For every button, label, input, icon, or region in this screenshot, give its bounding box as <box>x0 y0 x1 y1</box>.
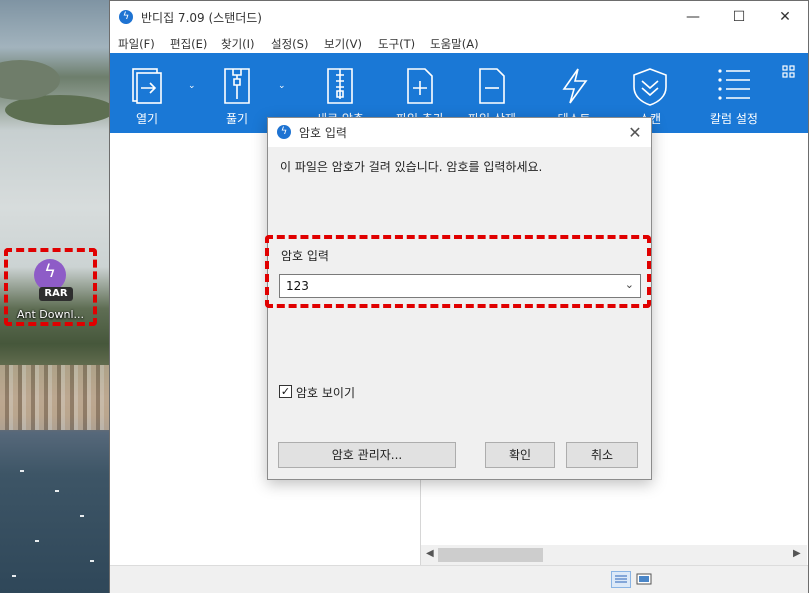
menu-settings[interactable]: 설정(S) <box>271 36 308 52</box>
show-password-checkbox[interactable]: ✓ <box>279 385 292 398</box>
menu-bar: 파일(F) 편집(E) 찾기(I) 설정(S) 보기(V) 도구(T) 도움말(… <box>110 33 808 53</box>
bandizip-logo-icon: ϟ <box>119 10 133 24</box>
toolbar-extract-button[interactable]: 풀기 <box>210 53 264 133</box>
extract-dropdown-chevron-icon[interactable]: ⌄ <box>278 81 286 91</box>
close-button[interactable]: ✕ <box>762 1 808 33</box>
menu-help[interactable]: 도움말(A) <box>430 36 479 52</box>
dialog-logo-icon: ϟ <box>277 125 291 139</box>
toolbar-column-settings-label: 칼럼 설정 <box>710 112 758 126</box>
maximize-button[interactable]: ☐ <box>716 1 762 33</box>
horizontal-scrollbar[interactable]: ◀ ▶ <box>421 545 807 565</box>
ok-button[interactable]: 확인 <box>485 442 555 468</box>
dialog-title: 암호 입력 <box>299 126 347 140</box>
toolbar-open-label: 열기 <box>135 112 159 126</box>
delete-file-icon <box>479 68 505 104</box>
menu-file[interactable]: 파일(F) <box>118 36 155 52</box>
folder-tree-pane[interactable] <box>110 133 270 565</box>
title-bar: ϟ 반디집 7.09 (스탠더드) — ☐ ✕ <box>110 1 808 33</box>
minimize-button[interactable]: — <box>670 1 716 33</box>
menu-find[interactable]: 찾기(I) <box>221 36 255 52</box>
column-settings-icon <box>718 69 750 100</box>
add-file-icon <box>407 68 433 104</box>
toolbar-open-button[interactable]: 열기 <box>120 53 174 133</box>
scrollbar-thumb[interactable] <box>438 548 543 562</box>
cancel-button[interactable]: 취소 <box>566 442 638 468</box>
show-password-label: 암호 보이기 <box>296 386 356 400</box>
extract-icon <box>224 68 250 104</box>
toolbar-extract-label: 풀기 <box>225 112 249 126</box>
layout-grid-icon[interactable] <box>782 65 796 79</box>
new-archive-icon <box>327 68 353 104</box>
menu-edit[interactable]: 편집(E) <box>170 36 207 52</box>
open-dropdown-chevron-icon[interactable]: ⌄ <box>188 81 196 91</box>
highlight-password-field <box>265 235 651 308</box>
scroll-right-arrow-icon[interactable]: ▶ <box>793 548 801 559</box>
desktop-town-scenery <box>0 365 110 430</box>
password-manager-button[interactable]: 암호 관리자... <box>278 442 456 468</box>
toolbar-column-settings-button[interactable]: 칼럼 설정 <box>694 53 774 133</box>
menu-view[interactable]: 보기(V) <box>324 36 362 52</box>
status-bar <box>110 565 808 593</box>
highlight-desktop-icon <box>4 248 97 326</box>
dialog-close-icon[interactable]: ✕ <box>621 120 649 145</box>
test-icon <box>562 68 588 104</box>
scan-icon <box>633 68 667 106</box>
thumbnail-view-icon[interactable] <box>635 571 655 588</box>
open-archive-icon <box>132 68 162 104</box>
dialog-message: 이 파일은 암호가 걸려 있습니다. 암호를 입력하세요. <box>280 160 543 174</box>
menu-tools[interactable]: 도구(T) <box>378 36 415 52</box>
window-title: 반디집 7.09 (스탠더드) <box>141 11 262 25</box>
scroll-left-arrow-icon[interactable]: ◀ <box>426 548 434 559</box>
details-view-icon[interactable] <box>611 571 631 588</box>
dialog-title-bar: ϟ 암호 입력 ✕ <box>268 118 651 147</box>
